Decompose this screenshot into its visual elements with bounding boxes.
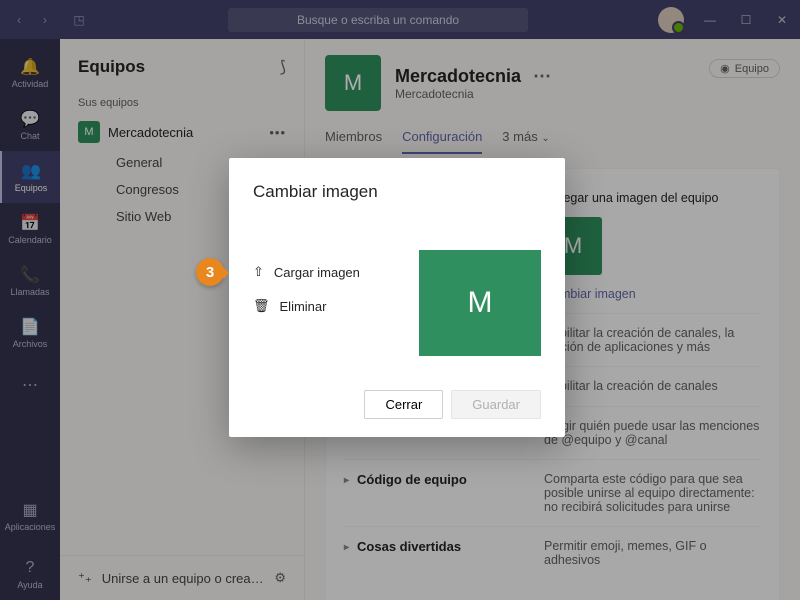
change-image-modal: Cambiar imagen ⇧Cargar imagen 🗑Eliminar … — [229, 158, 565, 437]
upload-image-button[interactable]: ⇧Cargar imagen — [253, 264, 360, 280]
delete-image-button[interactable]: 🗑Eliminar — [253, 298, 360, 314]
step-callout: 3 — [196, 258, 224, 286]
upload-icon: ⇧ — [253, 264, 264, 280]
save-button[interactable]: Guardar — [451, 390, 541, 419]
modal-image-preview: M — [419, 250, 541, 356]
modal-title: Cambiar imagen — [253, 182, 541, 202]
close-button[interactable]: Cerrar — [364, 390, 443, 419]
trash-icon: 🗑 — [253, 298, 270, 314]
